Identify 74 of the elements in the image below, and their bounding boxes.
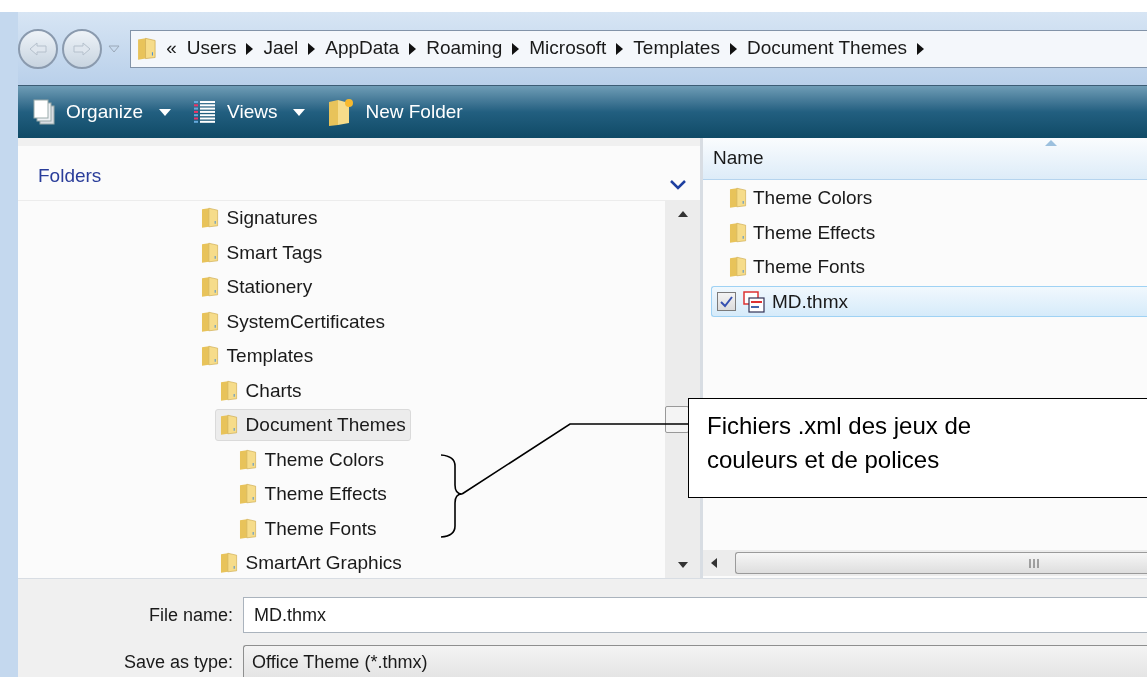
folder-icon [220, 379, 238, 402]
vertical-scrollbar[interactable] [665, 201, 700, 578]
folder-icon [239, 483, 257, 506]
breadcrumb-arrow-icon[interactable] [917, 42, 925, 55]
file-row[interactable]: Theme Colors [711, 182, 1147, 214]
folder-icon [239, 517, 257, 540]
tree-item[interactable]: Templates [196, 340, 319, 373]
forward-arrow-icon [72, 40, 92, 57]
dropdown-arrow-icon [293, 108, 306, 116]
folder-icon [201, 276, 219, 299]
scroll-up-arrow-icon[interactable] [677, 211, 688, 217]
name-column-header[interactable]: Name [703, 138, 1147, 180]
theme-file-icon [742, 289, 766, 314]
breadcrumb[interactable]: Roaming [426, 34, 503, 63]
tree-item[interactable]: Theme Fonts [234, 512, 382, 545]
menu-button[interactable]: Organize [32, 97, 172, 127]
breadcrumb-arrow-icon[interactable] [308, 42, 316, 55]
folder-icon [201, 310, 219, 333]
folder-icon [729, 187, 747, 210]
scroll-left-arrow-icon[interactable] [711, 558, 717, 568]
breadcrumb[interactable]: Templates [633, 34, 720, 63]
breadcrumb[interactable]: AppData [325, 34, 400, 63]
scroll-down-arrow-icon[interactable] [677, 562, 688, 568]
list-view-icon [193, 99, 218, 125]
scrollbar-thumb[interactable] [665, 406, 689, 433]
checkbox[interactable] [717, 292, 736, 312]
tree-item[interactable]: SmartArt Graphics [215, 547, 407, 578]
breadcrumb-arrow-icon[interactable] [729, 42, 737, 55]
folder-icon [201, 345, 219, 368]
address-bar[interactable]: « Users Jael AppData Roaming Microsoft Templates Document Themes [130, 29, 1147, 68]
back-arrow-icon [28, 40, 48, 57]
folder-icon [201, 241, 219, 264]
tree-item[interactable]: Stationery [196, 271, 318, 304]
save-type-dropdown[interactable]: Office Theme (*.thmx) [243, 645, 1147, 677]
breadcrumb[interactable]: Jael [263, 34, 299, 63]
scrollbar-thumb[interactable] [735, 552, 1147, 574]
overflow-chevron[interactable]: « [166, 34, 177, 63]
sort-arrow-icon [1045, 140, 1057, 146]
pages-icon [32, 98, 56, 126]
tree-item[interactable]: SystemCertificates [196, 305, 390, 338]
breadcrumb-arrow-icon[interactable] [246, 42, 254, 55]
new-folder-icon [327, 97, 356, 127]
breadcrumb[interactable]: Microsoft [529, 34, 607, 63]
folder-icon [220, 552, 238, 575]
breadcrumb[interactable]: Users [186, 34, 237, 63]
grip-icon [1029, 558, 1039, 568]
file-name-field[interactable]: MD.thmx [243, 597, 1147, 633]
dropdown-arrow-icon [159, 108, 172, 116]
file-row[interactable]: MD.thmx [711, 286, 1147, 318]
file-row[interactable]: Theme Effects [711, 217, 1147, 249]
tree-item[interactable]: Theme Colors [234, 443, 389, 476]
breadcrumb-arrow-icon[interactable] [409, 42, 417, 55]
folder-icon [239, 448, 257, 471]
breadcrumb-arrow-icon[interactable] [616, 42, 624, 55]
file-row[interactable]: Theme Fonts [711, 251, 1147, 283]
tree-item[interactable]: Theme Effects [234, 478, 392, 511]
folder-icon [729, 221, 747, 244]
menu-button[interactable]: Views [193, 97, 306, 127]
chevron-down-icon [670, 180, 686, 190]
new-folder-button[interactable]: New Folder [327, 97, 463, 127]
horizontal-scrollbar[interactable] [703, 550, 1147, 576]
tree-item[interactable]: Document Themes [215, 409, 411, 442]
field-label: File name: [147, 603, 233, 627]
callout-text: Fichiers .xml des jeux de couleurs et de polices [707, 411, 973, 475]
folder-icon [201, 207, 219, 230]
tree-item[interactable]: Smart Tags [196, 236, 328, 269]
field-label: Save as type: [122, 650, 233, 674]
breadcrumb[interactable]: Document Themes [746, 34, 908, 63]
tree-item[interactable]: Signatures [196, 202, 323, 235]
folder-icon [137, 36, 157, 61]
tree-item[interactable]: Charts [215, 374, 307, 407]
breadcrumb-arrow-icon[interactable] [512, 42, 520, 55]
folder-icon [220, 414, 238, 437]
folder-icon [729, 256, 747, 279]
